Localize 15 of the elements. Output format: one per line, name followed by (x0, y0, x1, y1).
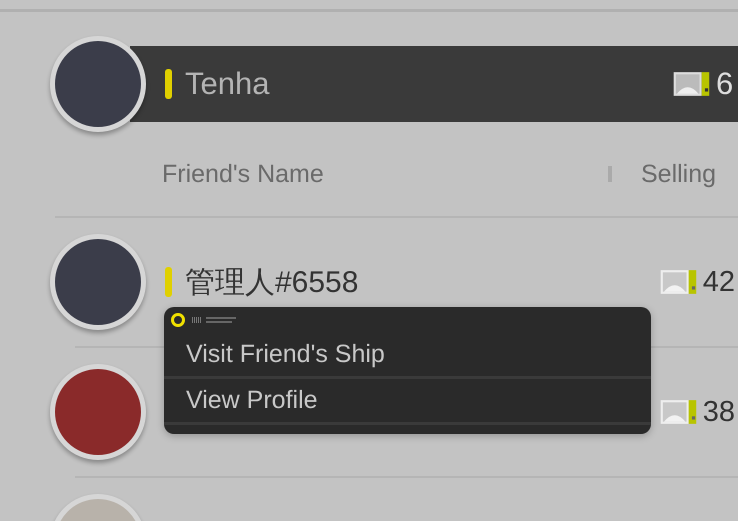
friend-value: 42 (702, 266, 735, 298)
ring-icon (170, 312, 186, 328)
name-marker-icon (165, 267, 172, 297)
header-value: 6 (716, 66, 734, 102)
picture-frame-icon (672, 70, 712, 98)
column-header: Selling (641, 160, 716, 188)
friend-value: 38 (702, 396, 735, 428)
picture-frame-icon (658, 398, 699, 426)
column-header: Friend's Name (162, 160, 325, 188)
menu-item[interactable]: Visit Friend's Ship (164, 333, 651, 379)
player-name: Tenha (185, 66, 270, 102)
menu-item[interactable]: View Profile (164, 379, 651, 425)
friend-name: 管理人#6558 (185, 264, 358, 300)
picture-frame-icon (658, 268, 699, 296)
name-marker-icon (165, 69, 172, 99)
